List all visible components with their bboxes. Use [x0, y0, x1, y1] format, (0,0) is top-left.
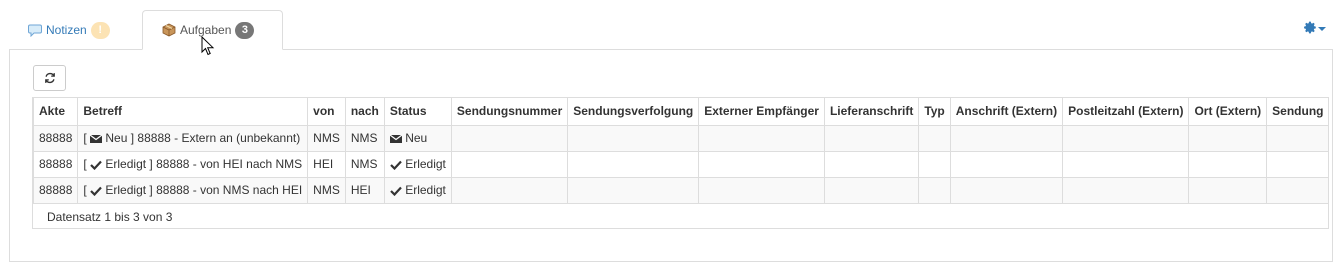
check-icon	[90, 186, 102, 196]
cell-nach: NMS	[344, 124, 385, 152]
cell-akte: 88888	[32, 124, 79, 152]
envelope-icon	[389, 134, 402, 143]
tasks-panel: Akte Betreff von nach Status Sendungsnum…	[9, 49, 1333, 262]
column-header-lieferanschrift[interactable]: Lieferanschrift	[823, 98, 920, 126]
cell-betreff-text: 88888 - von NMS nach HEI	[156, 183, 303, 197]
column-header-postleitzahl-extern[interactable]: Postleitzahl (Extern)	[1062, 98, 1190, 126]
table-row[interactable]: 88888 [ Erledigt ] 88888 - von HEI nach …	[32, 150, 1329, 178]
column-header-sendungsnummer[interactable]: Sendungsnummer	[450, 98, 569, 126]
speech-bubble-icon	[28, 24, 42, 37]
column-header-externer-empfaenger[interactable]: Externer Empfänger	[698, 98, 825, 126]
cell-nach: HEI	[344, 176, 385, 204]
gear-icon	[1304, 21, 1316, 34]
cell-betreff-status: Erledigt	[105, 157, 147, 171]
column-header-akte[interactable]: Akte	[32, 98, 79, 126]
column-header-sendungsverfolgung[interactable]: Sendungsverfolgung	[567, 98, 700, 126]
cell-betreff: [ Erledigt ] 88888 - von NMS nach HEI	[77, 176, 309, 204]
column-header-ort-extern[interactable]: Ort (Extern)	[1188, 98, 1268, 126]
cell-akte: 88888	[32, 150, 79, 178]
mouse-cursor-icon	[201, 36, 215, 56]
tab-notizen[interactable]: Notizen !	[14, 10, 124, 50]
cell-betreff-text: 88888 - von HEI nach NMS	[156, 157, 303, 171]
cell-von: NMS	[307, 176, 346, 204]
cell-von: NMS	[307, 124, 346, 152]
cell-betreff-status: Erledigt	[105, 183, 147, 197]
column-header-nach[interactable]: nach	[344, 98, 385, 126]
check-icon	[390, 186, 402, 196]
tasks-table: Akte Betreff von nach Status Sendungsnum…	[32, 98, 1329, 204]
tab-notizen-badge: !	[90, 21, 110, 39]
table-header-row: Akte Betreff von nach Status Sendungsnum…	[32, 98, 1329, 126]
tasks-table-container: Akte Betreff von nach Status Sendungsnum…	[32, 97, 1329, 229]
cell-status-label: Erledigt	[405, 157, 446, 171]
cell-status: Neu	[383, 124, 452, 152]
cell-akte: 88888	[32, 176, 79, 204]
package-icon	[162, 23, 176, 37]
refresh-icon	[44, 72, 55, 84]
envelope-icon	[90, 134, 103, 143]
check-icon	[390, 160, 402, 170]
cell-status-label: Neu	[405, 131, 428, 145]
tab-aufgaben-label: Aufgaben	[180, 23, 232, 37]
table-row[interactable]: 88888 [ Neu ] 88888 - Extern an (unbekan…	[32, 124, 1329, 152]
column-header-von[interactable]: von	[307, 98, 346, 126]
table-row[interactable]: 88888 [ Erledigt ] 88888 - von NMS nach …	[32, 176, 1329, 204]
cell-von: HEI	[307, 150, 346, 178]
refresh-button[interactable]	[33, 65, 66, 91]
table-info: Datensatz 1 bis 3 von 3	[47, 210, 173, 224]
cell-betreff: [ Neu ] 88888 - Extern an (unbekannt)	[77, 124, 309, 152]
cell-status-label: Erledigt	[405, 183, 446, 197]
cell-betreff: [ Erledigt ] 88888 - von HEI nach NMS	[77, 150, 309, 178]
cell-betreff-text: 88888 - Extern an (unbekannt)	[137, 131, 301, 145]
cell-nach: NMS	[344, 150, 385, 178]
settings-dropdown[interactable]	[1304, 21, 1326, 34]
tab-aufgaben-badge: 3	[235, 21, 255, 39]
column-header-typ[interactable]: Typ	[918, 98, 951, 126]
column-header-sendung[interactable]: Sendung	[1266, 98, 1329, 126]
cell-betreff-status: Neu	[105, 131, 128, 145]
cell-status: Erledigt	[383, 150, 452, 178]
column-header-anschrift-extern[interactable]: Anschrift (Extern)	[949, 98, 1064, 126]
cell-status: Erledigt	[383, 176, 452, 204]
chevron-down-icon	[1318, 26, 1326, 31]
column-header-betreff[interactable]: Betreff	[77, 98, 309, 126]
tab-notizen-label: Notizen	[46, 23, 87, 37]
column-header-status[interactable]: Status	[383, 98, 452, 126]
check-icon	[90, 160, 102, 170]
